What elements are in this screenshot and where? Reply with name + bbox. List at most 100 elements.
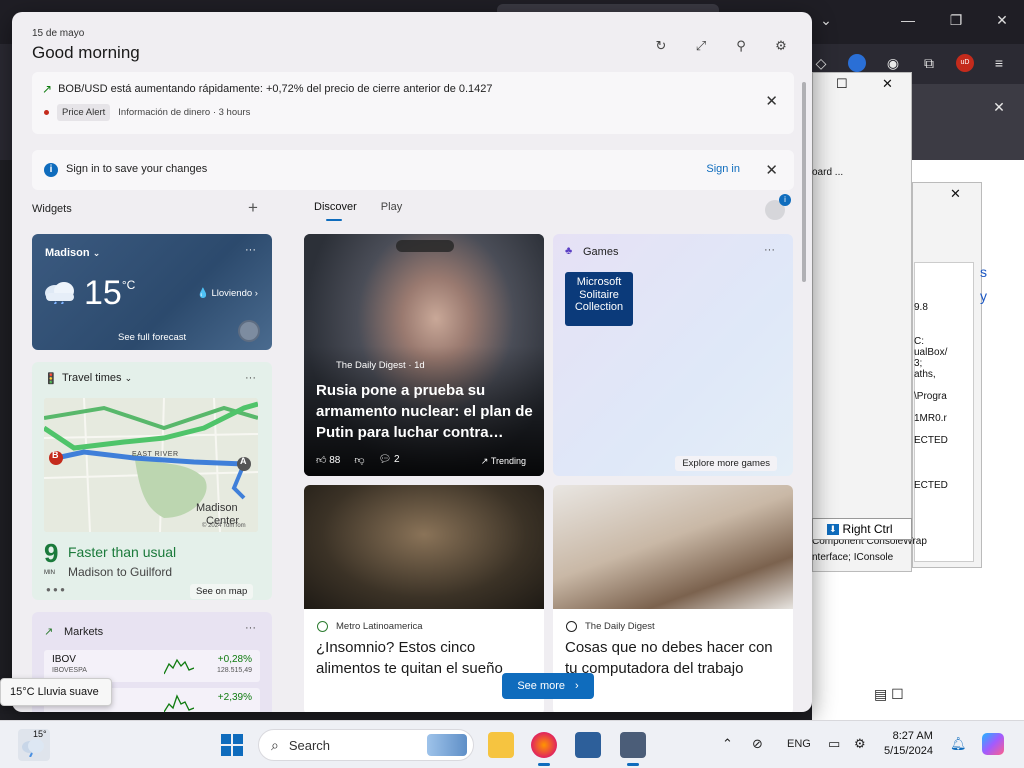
market-exchange: IBOVESPA: [52, 667, 87, 674]
taskbar-search[interactable]: ⌕ Search: [258, 729, 474, 761]
maximize-icon[interactable]: ☐: [836, 76, 848, 92]
chevron-down-icon[interactable]: ⌄: [814, 12, 838, 29]
close-window-icon[interactable]: ✕: [990, 12, 1014, 29]
notification-bell-icon[interactable]: 🔔︎: [950, 736, 967, 752]
close-icon[interactable]: ✕: [882, 76, 893, 92]
carousel-indicator[interactable]: [396, 240, 454, 252]
news-title: Cosas que no debes hacer con tu computad…: [565, 639, 773, 677]
chevron-up-icon[interactable]: ⌃: [722, 736, 733, 752]
feed-tabs: Discover Play: [314, 201, 402, 221]
clock[interactable]: 8:27 AM 5/15/2024: [884, 729, 933, 759]
side-text: s: [980, 264, 987, 280]
start-button[interactable]: [221, 734, 243, 756]
clock-time: 8:27 AM: [892, 730, 933, 742]
cloud-rain-icon: [22, 739, 44, 757]
virtualbox-icon[interactable]: [575, 732, 601, 758]
chevron-down-icon: ⌄: [92, 248, 101, 258]
alert-tag: Price Alert: [57, 104, 111, 121]
travel-route: Madison to Guilford: [68, 565, 173, 579]
travel-times-widget[interactable]: 🚦 Travel times ⌄ ··· B A EAST RIVER Madi…: [32, 362, 272, 600]
host-key-indicator: ⬇ Right Ctrl: [812, 518, 912, 540]
tab-play[interactable]: Play: [381, 201, 402, 213]
more-options-icon[interactable]: ···: [764, 244, 775, 256]
signin-link[interactable]: Sign in: [706, 163, 740, 175]
trend-up-icon: ↗: [44, 626, 54, 638]
route-map[interactable]: B A EAST RIVER Madison Center © 2024 Tom…: [44, 398, 258, 532]
like-button[interactable]: 👍︎ 88: [316, 454, 340, 466]
tab-discover[interactable]: Discover: [314, 201, 357, 221]
weather-location[interactable]: Madison ⌄: [45, 247, 100, 259]
restore-icon[interactable]: ❐: [944, 12, 968, 29]
trending-label: Trending: [490, 456, 526, 466]
extension-icon[interactable]: [848, 54, 866, 72]
chevron-right-icon: ›: [254, 288, 258, 299]
pager-dots[interactable]: ● ● ●: [46, 585, 65, 594]
trend-up-icon: ↗: [480, 456, 489, 466]
display-icon[interactable]: ▭: [828, 736, 840, 752]
extensions-puzzle-icon[interactable]: ⧉: [920, 54, 938, 72]
expand-icon[interactable]: ⤢: [692, 38, 710, 54]
side-text: y: [980, 288, 987, 304]
market-change: +0,28%: [217, 654, 252, 665]
news-card[interactable]: The Daily Digest · 1d Rusia pone a prueb…: [304, 234, 544, 476]
news-title: Rusia pone a prueba su armamento nuclear…: [316, 382, 533, 441]
close-icon[interactable]: ✕: [950, 186, 961, 202]
close-panel-icon[interactable]: ✕: [990, 98, 1008, 116]
shield-icon[interactable]: ◇: [812, 54, 830, 72]
map-place-label: Madison: [196, 502, 238, 514]
close-icon[interactable]: ✕: [765, 92, 778, 110]
more-options-icon[interactable]: ···: [245, 372, 256, 384]
games-card[interactable]: ♣ Games ··· Microsoft Solitaire Collecti…: [553, 234, 793, 476]
radar-thumbnail[interactable]: [238, 320, 260, 342]
dislike-icon[interactable]: 👎︎: [354, 454, 364, 466]
refresh-icon[interactable]: ↻: [652, 38, 670, 54]
language-indicator[interactable]: ENG: [787, 738, 811, 750]
network-off-icon[interactable]: ⊘: [752, 736, 763, 752]
add-widget-icon[interactable]: +: [248, 198, 258, 218]
map-attribution: © 2024 TomTom: [202, 523, 246, 529]
weather-widget[interactable]: Madison ⌄ ··· 15°C 💧 Lloviendo › See ful…: [32, 234, 272, 350]
info-icon: i: [44, 163, 58, 177]
temperature-unit: °C: [121, 278, 136, 292]
firefox-icon[interactable]: [531, 732, 557, 758]
vbox-text: aths,: [914, 369, 936, 380]
travel-title[interactable]: Travel times ⌄: [62, 372, 132, 384]
comments-button[interactable]: 💬︎ 2: [379, 454, 400, 466]
minimize-icon[interactable]: —: [896, 12, 920, 28]
more-options-icon[interactable]: ···: [245, 622, 256, 634]
price-alert-card[interactable]: ↗ BOB/USD está aumentando rápidamente: +…: [32, 72, 794, 134]
ublock-icon[interactable]: uD: [956, 54, 974, 72]
see-on-map-button[interactable]: See on map: [190, 584, 254, 599]
taskbar: 15° ⌕ Search ⌃ ⊘ ENG ▭ ⚙ 8:27 AM 5/15/20…: [0, 720, 1024, 768]
news-source: The Daily Digest · 1d: [336, 360, 425, 371]
trending-badge: ↗ Trending: [481, 456, 526, 467]
search-icon: ⌕: [271, 736, 279, 753]
settings-icon[interactable]: ⚙: [772, 38, 790, 54]
full-forecast-link[interactable]: See full forecast: [118, 332, 186, 343]
solitaire-tile[interactable]: Microsoft Solitaire Collection: [565, 272, 633, 326]
file-explorer-icon[interactable]: [488, 732, 514, 758]
alert-dot-icon: [44, 110, 49, 115]
menu-icon[interactable]: ≡: [990, 54, 1008, 72]
more-options-icon[interactable]: ···: [245, 244, 256, 256]
vm-window-icon[interactable]: [620, 732, 646, 758]
explore-games-button[interactable]: Explore more games: [675, 456, 777, 471]
scrollbar[interactable]: [802, 82, 806, 282]
account-icon[interactable]: ◉: [884, 54, 902, 72]
widgets-label: Widgets: [32, 203, 72, 215]
pin-icon[interactable]: ⚲: [732, 38, 750, 54]
sparkline: [164, 658, 194, 675]
host-key-label: Right Ctrl: [842, 522, 893, 536]
travel-minutes-label: MIN: [44, 570, 55, 576]
taskbar-temperature: 15°: [33, 729, 47, 739]
close-icon[interactable]: ✕: [765, 161, 778, 179]
see-more-button[interactable]: See more ›: [502, 673, 594, 699]
running-indicator: [627, 763, 639, 766]
clock-date: 5/15/2024: [884, 745, 933, 757]
date-label: 15 de mayo: [32, 28, 85, 39]
games-icon: ♣: [565, 245, 573, 257]
copilot-icon[interactable]: [982, 733, 1004, 755]
network-settings-icon[interactable]: ⚙: [854, 736, 866, 752]
weather-temperature: 15°C: [84, 274, 135, 313]
vbox-text: C:: [914, 336, 924, 347]
